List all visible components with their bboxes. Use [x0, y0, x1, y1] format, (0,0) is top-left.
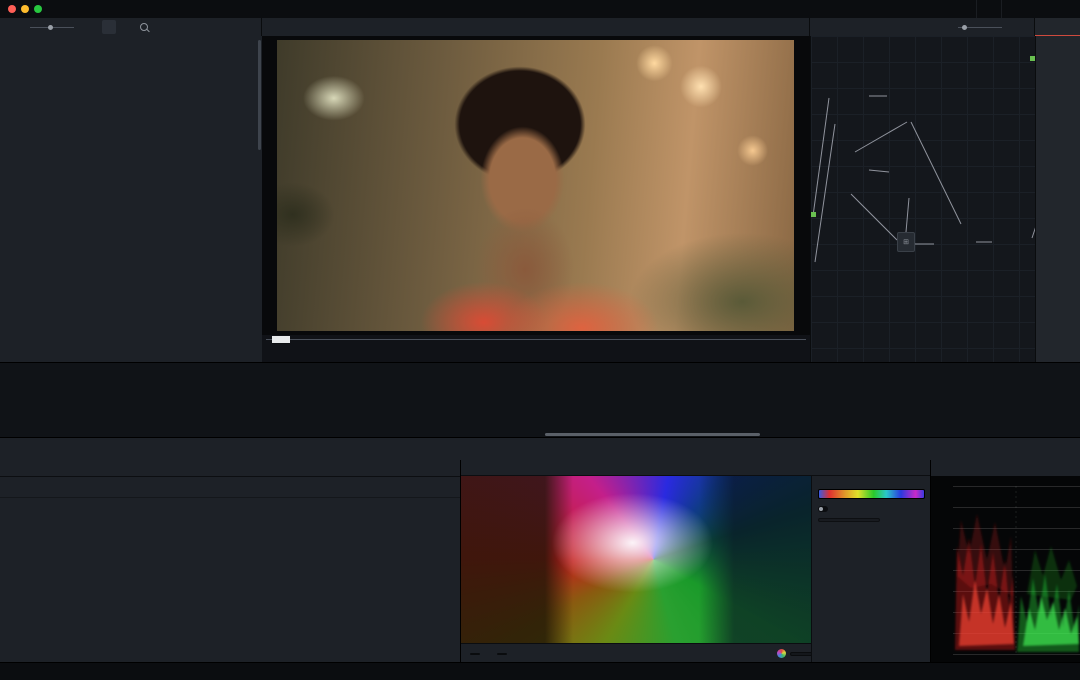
still-grab-icon[interactable]: [6, 20, 20, 34]
warper-bottom-bar: [461, 643, 823, 663]
viewer-canvas[interactable]: [262, 36, 810, 335]
wheels-panel-header: [0, 460, 460, 477]
viewer-image: [277, 40, 794, 331]
pan-tool-icon[interactable]: [836, 20, 850, 34]
node-options-icon[interactable]: [1012, 20, 1026, 34]
davinci-resolve-window: ⊞: [0, 0, 1080, 680]
top-bar: [0, 0, 1080, 19]
node-zoom-slider[interactable]: [958, 27, 1002, 28]
gallery-options-icon[interactable]: [172, 20, 186, 34]
viewer-panel: [262, 36, 810, 362]
search-icon[interactable]: [140, 23, 148, 31]
viewer-scrub-bar[interactable]: [266, 338, 806, 341]
topbar-right: [976, 0, 1080, 18]
scopes-panel: [930, 460, 1080, 662]
gallery-panel: [0, 36, 263, 362]
minimize-window-button[interactable]: [21, 5, 29, 13]
node-graph-panel[interactable]: ⊞: [810, 36, 1036, 362]
warper-panel-header: [461, 460, 931, 476]
expand-icon[interactable]: [154, 20, 168, 34]
list-view-icon[interactable]: [120, 20, 134, 34]
point-mode-selector[interactable]: [818, 518, 880, 522]
library-panel: [1035, 36, 1080, 362]
hue-divisions-control[interactable]: [467, 653, 486, 655]
dual-view-icon[interactable]: [309, 20, 323, 34]
bottom-bar: [0, 662, 1080, 680]
stills-grid: [0, 36, 262, 42]
palette-toolbar: [0, 437, 1080, 462]
auto-lock-toggle[interactable]: [818, 503, 925, 515]
wheels-footer: [0, 497, 460, 519]
sat-divisions-control[interactable]: [494, 653, 513, 655]
waveform-scope[interactable]: [931, 476, 1080, 662]
primary-adjustments-row: [0, 477, 460, 497]
viewer-options-icon[interactable]: [787, 20, 801, 34]
warper-canvas[interactable]: [461, 476, 811, 643]
close-window-button[interactable]: [8, 5, 16, 13]
timeline-scrollbar[interactable]: [545, 433, 760, 436]
warper-tools-panel: [811, 476, 931, 662]
window-controls: [8, 5, 42, 13]
color-warper-panel: [460, 460, 931, 662]
resolvefx-section-label: [1036, 45, 1080, 50]
timeline-button[interactable]: [1001, 0, 1080, 18]
link-icon[interactable]: [523, 647, 537, 661]
annotate-icon[interactable]: [274, 346, 288, 360]
node-junction[interactable]: ⊞: [897, 232, 915, 252]
playhead[interactable]: [272, 336, 290, 344]
single-view-icon[interactable]: [273, 20, 287, 34]
resolvefx-section-label: [1036, 36, 1080, 41]
speaker-icon[interactable]: [313, 346, 327, 360]
maximize-window-button[interactable]: [34, 5, 42, 13]
split-view-icon[interactable]: [291, 20, 305, 34]
waveform-traces: [931, 476, 1080, 662]
gallery-scrollbar[interactable]: [258, 40, 261, 150]
cursor-tool-icon[interactable]: [818, 20, 832, 34]
transport-controls: [262, 344, 810, 362]
scopes-header: [931, 460, 1080, 477]
secondary-toolbar: [0, 18, 1080, 37]
tab-library[interactable]: [1035, 18, 1080, 37]
ghost-icon[interactable]: [295, 346, 309, 360]
quick-export-button[interactable]: [976, 0, 1001, 18]
toggle-icon: [818, 506, 828, 512]
range-gradient-bar[interactable]: [818, 489, 925, 499]
timeline-strip: [0, 362, 1080, 438]
color-model-icon: [777, 649, 786, 658]
gallery-zoom-slider[interactable]: [30, 27, 74, 28]
fullscreen-icon[interactable]: [763, 20, 777, 34]
grid-view-icon[interactable]: [102, 20, 116, 34]
warper-hex-mesh[interactable]: [461, 476, 811, 643]
node-canvas: [811, 36, 1036, 362]
color-wheels-panel: [0, 460, 460, 662]
sort-icon[interactable]: [84, 20, 98, 34]
